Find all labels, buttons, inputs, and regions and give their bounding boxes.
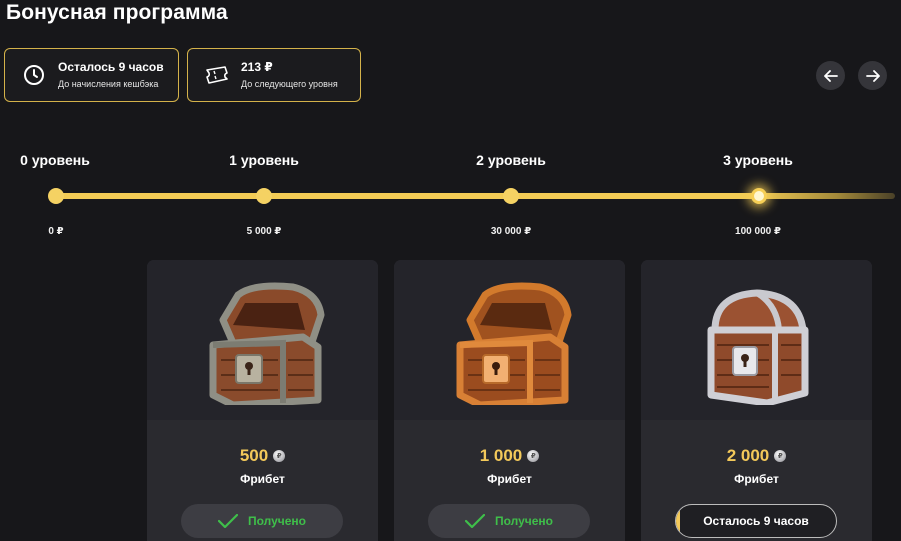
- reward-amount-value-1: 500: [239, 446, 269, 465]
- timer-progress-bar: [676, 505, 680, 537]
- reward-kind-3: Фрибет: [734, 472, 779, 486]
- level-dot-0: [48, 188, 64, 204]
- level-label-0: 0 уровень: [20, 152, 90, 168]
- arrow-left-icon: [823, 69, 838, 82]
- level-label-2: 2 уровень: [476, 152, 546, 168]
- coin-icon: ₽: [774, 450, 787, 462]
- received-label-2: Получено: [494, 514, 553, 528]
- next-level-caption: До следующего уровня: [241, 79, 338, 89]
- received-label-1: Получено: [247, 514, 306, 528]
- checkmark-icon: [217, 514, 238, 528]
- stone-chest-icon: [209, 282, 324, 405]
- level-dot-3-current: [751, 188, 767, 204]
- level-amount-0: 0 ₽: [48, 226, 64, 237]
- reward-kind-1: Фрибет: [240, 472, 285, 486]
- cashback-timer-card: Осталось 9 часов До начисления кешбэка: [4, 48, 179, 102]
- received-button-1[interactable]: Получено: [181, 504, 343, 538]
- timer-button-3[interactable]: Осталось 9 часов: [675, 504, 837, 538]
- reward-amount-value-3: 2 000: [726, 446, 770, 465]
- level-amount-3: 100 000 ₽: [735, 226, 781, 237]
- level-label-1: 1 уровень: [229, 152, 299, 168]
- checkmark-icon: [464, 514, 485, 528]
- reward-amount-3: 2 000 ₽: [641, 446, 872, 466]
- received-button-2[interactable]: Получено: [428, 504, 590, 538]
- level-dot-1: [256, 188, 272, 204]
- page-title: Бонусная программа: [6, 1, 228, 24]
- reward-card-level-2: 1 000 ₽ Фрибет Получено: [394, 260, 625, 541]
- ticket-icon: [205, 63, 229, 87]
- next-button[interactable]: [858, 61, 887, 90]
- next-level-card: 213 ₽ До следующего уровня: [187, 48, 361, 102]
- level-amount-2: 30 000 ₽: [490, 226, 532, 237]
- cashback-timer-text: Осталось 9 часов: [58, 60, 164, 74]
- level-amount-1: 5 000 ₽: [246, 226, 282, 237]
- cashback-timer-caption: До начисления кешбэка: [58, 79, 159, 89]
- coin-icon: ₽: [273, 450, 286, 462]
- level-dot-2: [503, 188, 519, 204]
- reward-amount-value-2: 1 000: [479, 446, 523, 465]
- reward-amount-2: 1 000 ₽: [394, 446, 625, 466]
- next-level-amount: 213 ₽: [241, 60, 273, 74]
- reward-card-level-3: 2 000 ₽ Фрибет Осталось 9 часов: [641, 260, 872, 541]
- reward-kind-2: Фрибет: [487, 472, 532, 486]
- prev-button[interactable]: [816, 61, 845, 90]
- coin-icon: ₽: [527, 450, 540, 462]
- timer-label-3: Осталось 9 часов: [703, 514, 809, 528]
- reward-card-level-1: 500 ₽ Фрибет Получено: [147, 260, 378, 541]
- reward-amount-1: 500 ₽: [147, 446, 378, 466]
- clock-icon: [22, 63, 46, 87]
- level-progress-track: [56, 193, 895, 199]
- bronze-chest-icon: [456, 282, 571, 405]
- arrow-right-icon: [865, 69, 880, 82]
- level-label-3: 3 уровень: [723, 152, 793, 168]
- silver-chest-icon: [707, 289, 808, 405]
